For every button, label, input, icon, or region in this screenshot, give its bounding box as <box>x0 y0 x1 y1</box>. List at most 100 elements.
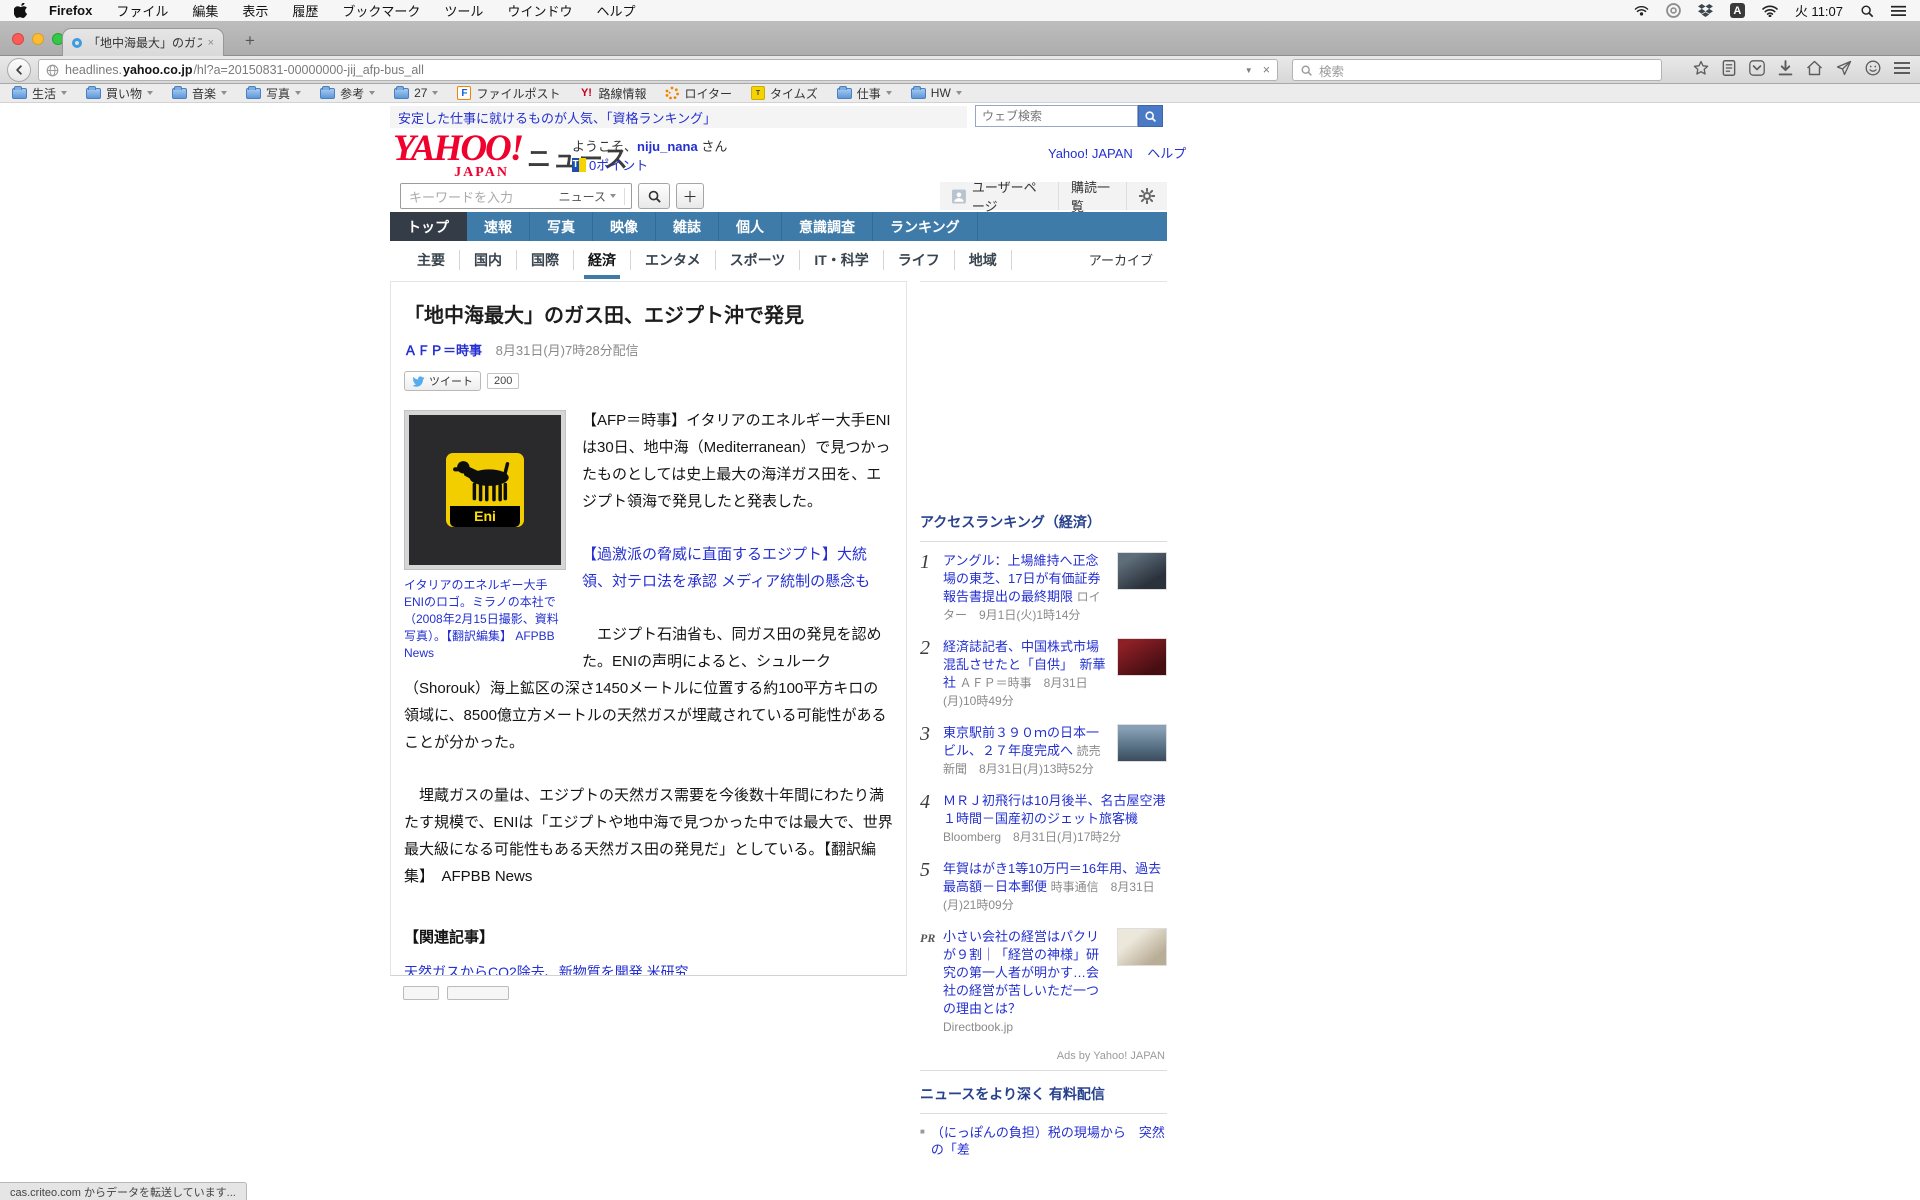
related-link[interactable]: 天然ガスからCO2除去、新物質を開発 米研究 <box>404 959 893 976</box>
category-domestic[interactable]: 国内 <box>460 250 517 270</box>
nav-tab-ranking[interactable]: ランキング <box>873 212 978 241</box>
input-source-icon[interactable]: A <box>1730 3 1745 18</box>
username-link[interactable]: niju_nana <box>637 139 698 154</box>
url-path: /hl?a=20150831-00000000-jij_afp-bus_all <box>193 63 423 77</box>
menubar-item-firefox[interactable]: Firefox <box>49 3 92 18</box>
bookmark-folder-hw[interactable]: HW <box>911 86 962 100</box>
nav-tab-photo[interactable]: 写真 <box>530 212 593 241</box>
menubar-item-edit[interactable]: 編集 <box>192 1 218 20</box>
nav-tab-magazine[interactable]: 雑誌 <box>656 212 719 241</box>
menubar-item-tools[interactable]: ツール <box>444 1 483 20</box>
category-main[interactable]: 主要 <box>403 250 460 270</box>
photo-caption[interactable]: イタリアのエネルギー大手ENIのロゴ。ミラノの本社で（2008年2月15日撮影、… <box>404 577 566 662</box>
bookmark-folder-photo[interactable]: 写真 <box>246 85 301 102</box>
web-search-button[interactable] <box>1138 105 1163 127</box>
category-economy[interactable]: 経済 <box>574 250 631 270</box>
news-search-button[interactable] <box>638 183 670 209</box>
bookmark-folder-life[interactable]: 生活 <box>12 85 67 102</box>
bookmark-reuters[interactable]: ロイター <box>665 85 732 102</box>
menu-icon[interactable] <box>1894 61 1910 75</box>
ranking-thumbnail[interactable] <box>1117 638 1167 676</box>
bookmark-star-icon[interactable] <box>1693 60 1709 76</box>
menubar-item-window[interactable]: ウインドウ <box>507 1 572 20</box>
nav-tab-personal[interactable]: 個人 <box>719 212 782 241</box>
spotlight-icon[interactable] <box>1860 4 1874 18</box>
yahoo-japan-link[interactable]: Yahoo! JAPAN <box>1048 146 1133 161</box>
menubar-item-history[interactable]: 履歴 <box>292 1 318 20</box>
add-keyword-button[interactable]: ＋ <box>676 183 704 209</box>
paid-content-link[interactable]: （にっぽんの負担）税の現場から 突然の「差 <box>931 1124 1167 1158</box>
news-search-field[interactable]: キーワードを入力 ニュース <box>400 183 632 209</box>
wifi-transfer-icon[interactable] <box>1634 4 1649 17</box>
nav-tab-flash[interactable]: 速報 <box>467 212 530 241</box>
bookmark-folder-music[interactable]: 音楽 <box>172 85 227 102</box>
ranking-thumbnail[interactable] <box>1117 928 1167 966</box>
category-sports[interactable]: スポーツ <box>716 250 801 270</box>
article-source-link[interactable]: ＡＦＰ＝時事 <box>404 343 482 358</box>
account-icon[interactable] <box>1865 60 1881 76</box>
search-scope-dropdown[interactable]: ニュース <box>559 188 625 205</box>
home-icon[interactable] <box>1806 60 1823 76</box>
bookmark-folder-reference[interactable]: 参考 <box>320 85 375 102</box>
category-entertainment[interactable]: エンタメ <box>631 250 716 270</box>
category-local[interactable]: 地域 <box>955 250 1012 270</box>
share-icon[interactable] <box>1836 60 1852 76</box>
pocket-icon[interactable] <box>1749 60 1765 76</box>
browser-tab[interactable]: 「地中海最大」のガス田、... × <box>62 28 224 56</box>
nav-tab-poll[interactable]: 意識調査 <box>782 212 873 241</box>
settings-button[interactable] <box>1126 182 1167 210</box>
stop-loading-icon[interactable]: × <box>1263 63 1270 77</box>
ranking-thumbnail[interactable] <box>1117 552 1167 590</box>
subscriptions-button[interactable]: 購読一覧 <box>1058 182 1126 210</box>
menubar-item-bookmarks[interactable]: ブックマーク <box>342 1 420 20</box>
reader-mode-icon[interactable] <box>1722 60 1736 76</box>
paid-content-item[interactable]: ■ （にっぽんの負担）税の現場から 突然の「差 <box>920 1114 1167 1158</box>
minimize-window-button[interactable] <box>32 33 44 45</box>
menubar-item-help[interactable]: ヘルプ <box>596 1 635 20</box>
bookmark-transit[interactable]: Y!路線情報 <box>579 85 646 102</box>
menubar-item-view[interactable]: 表示 <box>242 1 268 20</box>
ranking-link[interactable]: 東京駅前３９０ｍの日本一ビル、２７年度完成へ <box>943 725 1099 758</box>
tweet-count[interactable]: 200 <box>487 373 519 389</box>
bookmark-folder-27[interactable]: 27 <box>394 86 438 100</box>
url-dropdown-icon[interactable]: ▼ <box>1245 66 1253 75</box>
web-search-input[interactable] <box>975 105 1138 127</box>
site-identity-globe-icon[interactable] <box>46 64 59 77</box>
bookmark-folder-work[interactable]: 仕事 <box>837 85 892 102</box>
userpage-button[interactable]: ユーザーページ <box>940 182 1058 210</box>
bookmark-filepost[interactable]: Fファイルポスト <box>457 85 560 102</box>
clipped-button[interactable] <box>447 986 509 1000</box>
bookmark-folder-shopping[interactable]: 買い物 <box>86 85 153 102</box>
browser-search-bar[interactable]: 検索 <box>1292 59 1662 81</box>
archive-link[interactable]: アーカイブ <box>1089 250 1153 269</box>
category-it-science[interactable]: IT・科学 <box>800 250 883 270</box>
ranking-heading: アクセスランキング（経済） <box>920 512 1167 542</box>
new-tab-button[interactable]: + <box>238 31 262 51</box>
tab-close-icon[interactable]: × <box>208 37 214 49</box>
help-link[interactable]: ヘルプ <box>1147 146 1186 161</box>
category-life[interactable]: ライフ <box>884 250 955 270</box>
ranking-link[interactable]: 小さい会社の経営はパクリが９割｜「経営の神様」研究の第一人者が明かす…会社の経営… <box>943 929 1099 1016</box>
nav-tab-video[interactable]: 映像 <box>593 212 656 241</box>
menubar-item-file[interactable]: ファイル <box>116 1 168 20</box>
creative-cloud-icon[interactable] <box>1666 3 1681 18</box>
wifi-icon[interactable] <box>1762 5 1778 17</box>
bookmark-times[interactable]: Tタイムズ <box>751 85 818 102</box>
eni-logo-photo[interactable]: Eni <box>409 415 561 565</box>
ranking-thumbnail[interactable] <box>1117 724 1167 762</box>
promo-link[interactable]: 安定した仕事に就けるものが人気、「資格ランキング」 <box>398 108 716 127</box>
tweet-button[interactable]: ツイート <box>404 371 481 391</box>
apple-icon[interactable] <box>14 3 27 18</box>
dropbox-icon[interactable] <box>1698 4 1713 18</box>
ads-by-label[interactable]: Ads by Yahoo! JAPAN <box>922 1050 1165 1062</box>
close-window-button[interactable] <box>12 33 24 45</box>
notification-center-icon[interactable] <box>1891 5 1906 17</box>
downloads-icon[interactable] <box>1778 60 1793 76</box>
nav-tab-top[interactable]: トップ <box>390 212 467 241</box>
ranking-link[interactable]: ＭＲＪ初飛行は10月後半、名古屋空港１時間－国産初のジェット旅客機 <box>943 793 1165 826</box>
back-button[interactable] <box>7 58 31 82</box>
tpoint-row[interactable]: T 0ポイント <box>572 155 648 174</box>
url-bar[interactable]: headlines.yahoo.co.jp/hl?a=20150831-0000… <box>38 59 1278 81</box>
clipped-button[interactable] <box>403 986 439 1000</box>
category-world[interactable]: 国際 <box>517 250 574 270</box>
